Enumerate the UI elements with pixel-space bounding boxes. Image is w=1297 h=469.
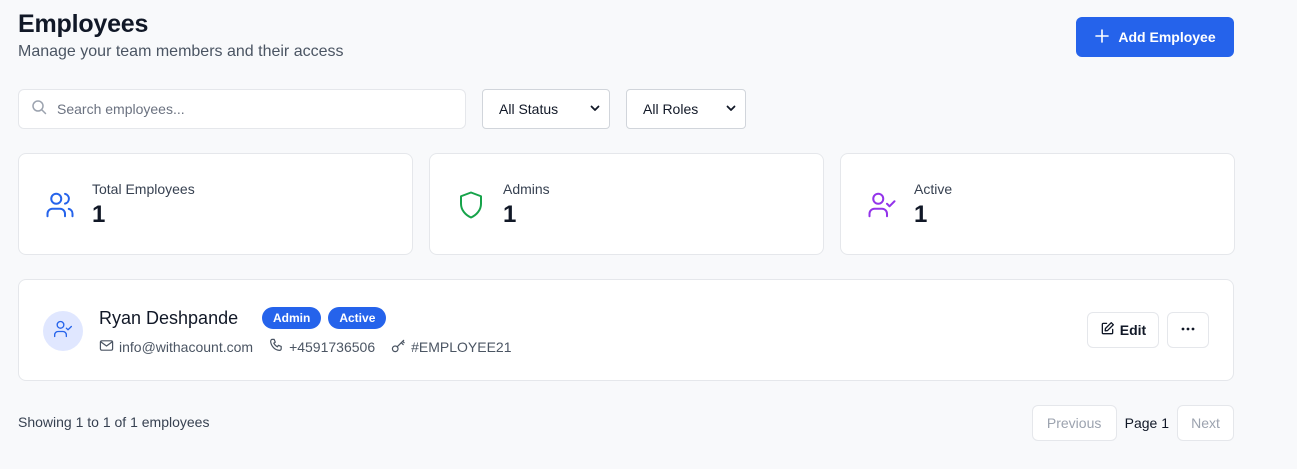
employee-email: info@withacount.com [99,338,253,356]
previous-page-button[interactable]: Previous [1031,405,1117,441]
employees-page: Employees Manage your team members and t… [18,0,1235,441]
employee-row: Ryan Deshpande Admin Active info@withaco… [18,279,1234,381]
stat-card-active: Active 1 [840,153,1235,255]
status-filter-value: All Status [499,101,559,117]
more-horizontal-icon [1180,321,1196,340]
stat-label: Admins [503,181,550,197]
stat-value: 1 [503,201,517,228]
status-filter-select[interactable]: All Status [482,89,610,129]
employee-meta: info@withacount.com +4591736506 #EMPLOYE… [99,338,512,356]
mail-icon [99,338,114,356]
search-box[interactable] [18,89,466,129]
search-icon [31,99,47,120]
stat-value: 1 [92,201,106,228]
edit-employee-button[interactable]: Edit [1087,312,1159,348]
add-employee-label: Add Employee [1118,29,1216,45]
employee-name: Ryan Deshpande [99,308,239,328]
user-check-icon [53,319,73,344]
pagination: Previous Page 1 Next [1031,405,1234,441]
role-badge: Admin [262,307,322,329]
page-indicator: Page 1 [1124,415,1169,431]
search-input[interactable] [57,101,447,117]
page-header: Employees Manage your team members and t… [18,0,1234,80]
edit-icon [1100,321,1115,339]
phone-icon [269,338,284,356]
filter-bar: All Status All Roles [18,89,746,129]
user-check-icon [867,190,897,220]
stat-value: 1 [914,201,928,228]
avatar [43,311,83,351]
stat-card-admins: Admins 1 [429,153,824,255]
chevron-down-icon [589,101,601,117]
status-badge: Active [328,307,387,329]
next-page-button[interactable]: Next [1177,405,1234,441]
employee-badges: Admin Active [262,307,387,329]
employee-phone: +4591736506 [269,338,375,356]
users-icon [45,190,75,220]
page-subtitle: Manage your team members and their acces… [18,43,344,60]
employee-email-text: info@withacount.com [119,339,254,355]
employee-phone-text: +4591736506 [289,339,376,355]
stats-row: Total Employees 1 Admins 1 Active 1 [18,153,1235,255]
stat-card-total-employees: Total Employees 1 [18,153,413,255]
plus-icon [1094,28,1110,47]
employee-id-text: #EMPLOYEE21 [411,339,512,355]
stat-label: Total Employees [92,181,195,197]
edit-label: Edit [1119,322,1147,338]
stat-label: Active [914,181,953,197]
chevron-down-icon [725,101,737,117]
employee-id: #EMPLOYEE21 [391,338,512,356]
roles-filter-select[interactable]: All Roles [626,89,746,129]
page-title: Employees [18,10,149,38]
shield-icon [456,190,486,220]
key-icon [391,338,406,356]
roles-filter-value: All Roles [643,101,699,117]
pagination-summary: Showing 1 to 1 of 1 employees [18,414,210,430]
more-options-button[interactable] [1167,312,1209,348]
add-employee-button[interactable]: Add Employee [1076,17,1234,57]
